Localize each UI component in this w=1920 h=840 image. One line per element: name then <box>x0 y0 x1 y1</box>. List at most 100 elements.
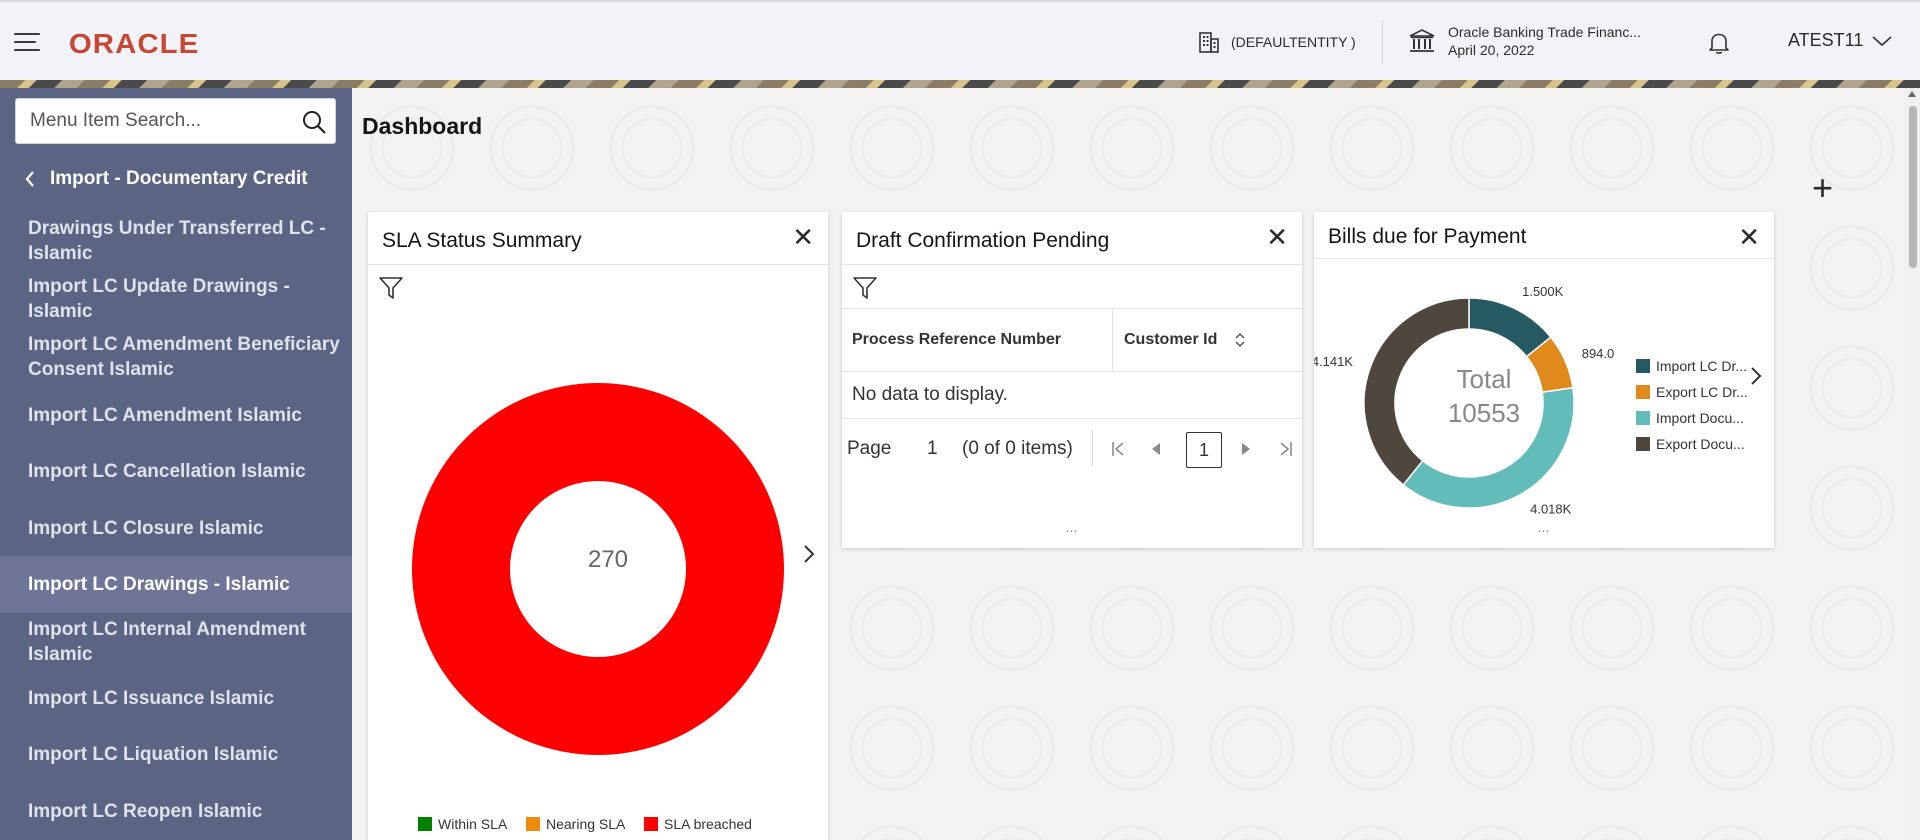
entity-selector[interactable]: (DEFAULTENTITY ) <box>1197 30 1356 54</box>
legend-label: SLA breached <box>664 816 752 832</box>
legend-swatch <box>1636 359 1650 373</box>
card-title: Draft Confirmation Pending <box>856 229 1110 252</box>
divider <box>842 418 1302 419</box>
legend-item: Export LC Dr... <box>1636 384 1748 400</box>
next-page-icon[interactable] <box>1240 442 1252 456</box>
sidebar-item-drawings-islamic[interactable]: Import LC Drawings - Islamic <box>0 556 352 613</box>
search-icon[interactable] <box>301 109 327 135</box>
column-header-process-reference[interactable]: Process Reference Number <box>852 331 1061 349</box>
card-title: Bills due for Payment <box>1328 225 1527 248</box>
sidebar-item-closure[interactable]: Import LC Closure Islamic <box>0 516 352 541</box>
header-divider <box>1382 20 1383 64</box>
bank-icon <box>1409 29 1435 52</box>
vertical-scrollbar[interactable] <box>1904 88 1920 840</box>
sidebar-item-amendment-beneficiary-consent[interactable]: Import LC Amendment Beneficiary Consent … <box>0 332 352 382</box>
current-page-button[interactable]: 1 <box>1186 432 1222 468</box>
chevron-right-icon[interactable] <box>1750 366 1762 386</box>
sidebar-item-drawings-transferred-lc[interactable]: Drawings Under Transferred LC - Islamic <box>0 216 352 266</box>
sidebar-item-reopen[interactable]: Import LC Reopen Islamic <box>0 799 352 824</box>
legend-label: Export Docu... <box>1656 436 1745 452</box>
legend-swatch <box>1636 437 1650 451</box>
bell-icon[interactable] <box>1706 30 1732 56</box>
filter-icon[interactable] <box>378 275 404 301</box>
sidebar-item-cancellation[interactable]: Import LC Cancellation Islamic <box>0 459 352 484</box>
legend-swatch <box>1636 411 1650 425</box>
first-page-icon[interactable] <box>1110 440 1128 458</box>
user-name: ATEST11 <box>1788 30 1864 50</box>
entity-label: (DEFAULTENTITY ) <box>1231 34 1356 50</box>
divider <box>368 264 828 265</box>
items-info: (0 of 0 items) <box>962 438 1073 459</box>
close-icon[interactable]: ✕ <box>1266 224 1288 250</box>
legend-label: Export LC Dr... <box>1656 384 1748 400</box>
decorative-banner <box>0 80 1920 88</box>
legend-label: Within SLA <box>438 816 508 832</box>
bank-info[interactable]: Oracle Banking Trade Financ... April 20,… <box>1408 23 1641 59</box>
legend-swatch <box>526 817 540 831</box>
data-label: 1.500K <box>1522 284 1564 299</box>
top-header: ORACLE (DEFAULTENTITY ) Oracle Banking T… <box>0 0 1920 80</box>
sla-status-card: SLA Status Summary ✕ 270 Within SLA Near… <box>368 212 828 840</box>
user-menu[interactable]: ATEST11 <box>1788 30 1893 51</box>
pagination: Page 1 (0 of 0 items) 1 <box>842 426 1302 472</box>
sidebar-item-internal-amendment[interactable]: Import LC Internal Amendment Islamic <box>0 617 352 667</box>
legend-swatch <box>418 817 432 831</box>
column-header-customer-id[interactable]: Customer Id <box>1124 331 1217 349</box>
legend-label: Import Docu... <box>1656 410 1744 426</box>
page-title: Dashboard <box>362 113 483 139</box>
sidebar-item-amendment[interactable]: Import LC Amendment Islamic <box>0 403 352 428</box>
dashboard-area: Dashboard + SLA Status Summary ✕ 270 Wit… <box>352 88 1904 840</box>
sidebar-back-button[interactable]: Import - Documentary Credit <box>24 168 308 190</box>
bills-total-center: Total 10553 <box>1404 362 1564 430</box>
data-label: 894.0 <box>1582 346 1615 361</box>
previous-page-icon[interactable] <box>1150 442 1162 456</box>
legend-item: SLA breached <box>644 816 752 832</box>
table-header: Process Reference Number Customer Id <box>842 308 1302 372</box>
sort-icon[interactable] <box>1234 331 1246 349</box>
no-data-message: No data to display. <box>852 384 1008 405</box>
sla-center-value: 270 <box>587 546 629 573</box>
data-label: 4.141K <box>1314 354 1353 369</box>
oracle-logo: ORACLE <box>68 28 200 59</box>
building-icon <box>1199 32 1219 53</box>
legend-label: Import LC Dr... <box>1656 358 1748 374</box>
draft-confirmation-card: Draft Confirmation Pending ✕ Process Ref… <box>842 212 1302 548</box>
legend-swatch <box>1636 385 1650 399</box>
card-title: SLA Status Summary <box>382 229 582 252</box>
close-icon[interactable]: ✕ <box>1738 224 1760 250</box>
sidebar: Import - Documentary Credit Drawings Und… <box>0 88 352 840</box>
scroll-up-icon[interactable] <box>1908 91 1916 97</box>
legend-label: Nearing SLA <box>546 816 626 832</box>
legend-swatch <box>644 817 658 831</box>
column-divider <box>1112 309 1113 371</box>
business-date: April 20, 2022 <box>1448 42 1535 58</box>
filter-icon[interactable] <box>852 275 878 301</box>
sidebar-item-issuance[interactable]: Import LC Issuance Islamic <box>0 686 352 711</box>
menu-search-input[interactable] <box>16 99 286 143</box>
add-widget-button[interactable]: + <box>1812 170 1833 206</box>
chevron-left-icon <box>25 171 34 187</box>
close-icon[interactable]: ✕ <box>792 224 814 250</box>
resize-handle[interactable]: ⋯ <box>1066 524 1079 538</box>
menu-search <box>15 98 336 144</box>
divider <box>842 264 1302 265</box>
legend-item: Within SLA <box>418 816 507 832</box>
data-label: 4.018K <box>1530 502 1572 517</box>
total-label: Total <box>1456 364 1512 394</box>
page-input[interactable]: 1 <box>927 438 938 460</box>
total-value: 10553 <box>1447 398 1521 428</box>
sidebar-item-update-drawings[interactable]: Import LC Update Drawings - Islamic <box>0 274 352 324</box>
bank-name: Oracle Banking Trade Financ... <box>1448 24 1641 40</box>
legend-item: Export Docu... <box>1636 436 1745 452</box>
scrollbar-thumb[interactable] <box>1909 106 1917 268</box>
resize-handle[interactable]: ⋯ <box>1538 524 1551 538</box>
hamburger-icon[interactable] <box>14 33 40 51</box>
legend-item: Import Docu... <box>1636 410 1744 426</box>
last-page-icon[interactable] <box>1276 440 1294 458</box>
chevron-down-icon <box>1872 35 1892 46</box>
legend-item: Import LC Dr... <box>1636 358 1747 374</box>
sidebar-item-liquation[interactable]: Import LC Liquation Islamic <box>0 742 352 767</box>
pager-divider <box>1092 430 1093 466</box>
page-label: Page <box>847 438 892 459</box>
chevron-right-icon[interactable] <box>802 543 816 565</box>
